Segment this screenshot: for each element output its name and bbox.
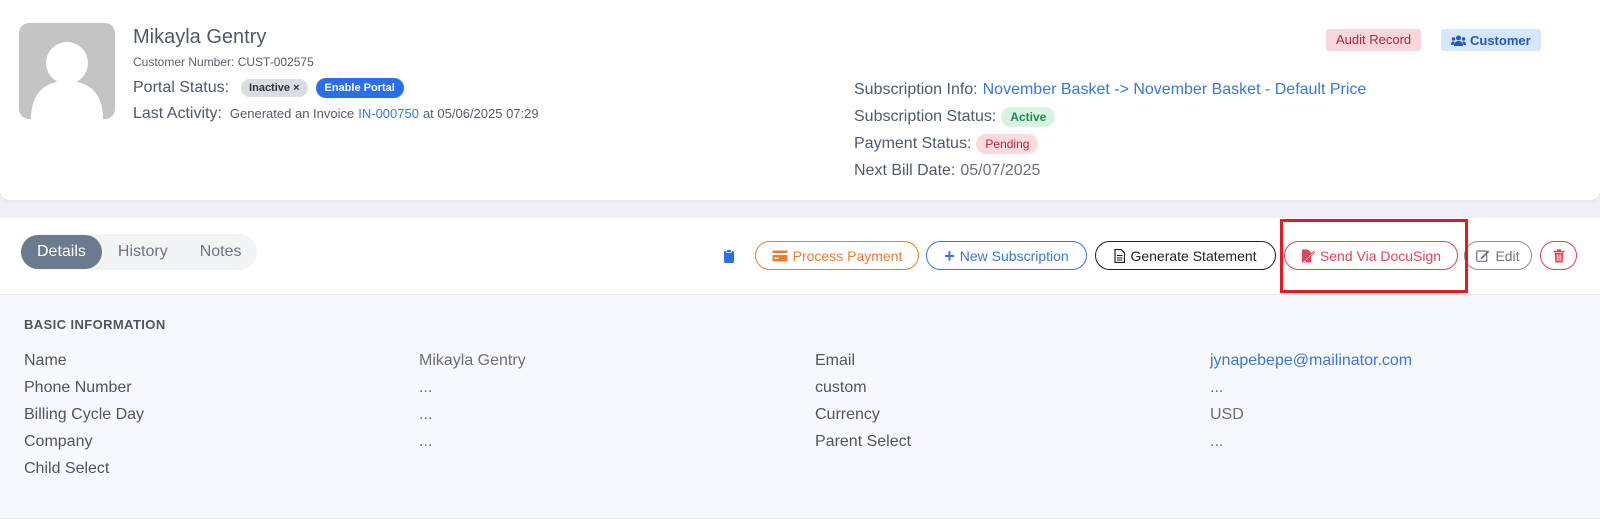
subscription-status-row: Subscription Status: Active: [854, 103, 1366, 130]
last-activity-label: Last Activity:: [133, 105, 222, 122]
file-text-icon: [1114, 248, 1126, 263]
billing-cycle-day-value: ...: [419, 406, 433, 423]
payment-status-row: Payment Status: Pending: [854, 130, 1366, 157]
customer-header-card: Mikayla Gentry Customer Number: CUST-002…: [0, 0, 1600, 200]
next-bill-date-label: Next Bill Date:: [854, 162, 956, 179]
child-select-label: Child Select: [24, 460, 110, 477]
company-label: Company: [24, 433, 93, 450]
customer-tag[interactable]: Customer: [1441, 29, 1541, 51]
basic-information-section: BASIC INFORMATION Name Mikayla Gentry Ph…: [0, 295, 1600, 519]
parent-select-value: ...: [1210, 433, 1224, 450]
new-subscription-button[interactable]: + New Subscription: [926, 241, 1087, 270]
payment-status-badge: Pending: [976, 133, 1039, 154]
last-activity-time: at 05/06/2025 07:29: [422, 106, 539, 121]
email-label: Email: [815, 352, 856, 369]
process-payment-button[interactable]: Process Payment: [755, 241, 919, 270]
tab-details[interactable]: Details: [21, 235, 102, 269]
name-label: Name: [24, 352, 67, 369]
customer-number: Customer Number: CUST-002575: [133, 55, 314, 69]
portal-status-label: Portal Status:: [133, 79, 230, 96]
last-activity-row: Last Activity: Generated an Invoice IN-0…: [133, 105, 539, 123]
generate-statement-button[interactable]: Generate Statement: [1095, 241, 1276, 270]
edit-icon: [1476, 250, 1490, 262]
subscription-summary: Subscription Info: November Basket -> No…: [854, 76, 1366, 184]
parent-select-label: Parent Select: [815, 433, 912, 450]
process-payment-label: Process Payment: [792, 247, 903, 264]
credit-card-icon: [772, 250, 788, 261]
phone-number-label: Phone Number: [24, 379, 132, 396]
last-activity-text: Generated an Invoice: [229, 106, 355, 121]
next-bill-date-row: Next Bill Date: 05/07/2025: [854, 157, 1366, 184]
avatar: [19, 23, 115, 119]
send-via-docusign-label: Send Via DocuSign: [1319, 247, 1442, 264]
delete-button[interactable]: [1540, 241, 1577, 270]
subscription-info-link[interactable]: November Basket -> November Basket - Def…: [983, 76, 1367, 103]
tab-history[interactable]: History: [102, 235, 184, 269]
clipboard-icon[interactable]: [723, 249, 735, 263]
next-bill-date-value: 05/07/2025: [960, 162, 1041, 179]
customer-name: Mikayla Gentry: [133, 26, 267, 48]
customer-tag-label: Customer: [1470, 32, 1531, 48]
payment-status-label: Payment Status:: [854, 135, 972, 152]
subscription-info-label: Subscription Info:: [854, 81, 978, 98]
send-via-docusign-button[interactable]: Send Via DocuSign: [1284, 241, 1458, 270]
portal-status-badge[interactable]: Inactive ×: [241, 79, 308, 97]
subscription-info-row: Subscription Info: November Basket -> No…: [854, 76, 1366, 103]
generate-statement-label: Generate Statement: [1130, 247, 1257, 264]
edit-button[interactable]: Edit: [1464, 241, 1532, 270]
name-value: Mikayla Gentry: [419, 352, 526, 369]
invoice-link[interactable]: IN-000750: [358, 106, 419, 121]
company-value: ...: [419, 433, 433, 450]
billing-cycle-day-label: Billing Cycle Day: [24, 406, 145, 423]
portal-status-row: Portal Status: Inactive × Enable Portal: [133, 78, 404, 98]
users-icon: [1451, 35, 1466, 46]
custom-value: ...: [1210, 379, 1224, 396]
edit-label: Edit: [1495, 247, 1520, 264]
email-link[interactable]: jynapebepe@mailinator.com: [1210, 352, 1412, 370]
subscription-status-label: Subscription Status:: [854, 108, 997, 125]
section-title: BASIC INFORMATION: [24, 317, 166, 332]
trash-icon: [1553, 248, 1564, 262]
new-subscription-label: New Subscription: [959, 247, 1069, 264]
file-signature-icon: [1301, 249, 1315, 262]
currency-label: Currency: [815, 406, 880, 423]
audit-record-tag[interactable]: Audit Record: [1326, 29, 1422, 51]
plus-icon: +: [944, 245, 955, 266]
action-toolbar: Details History Notes Process Payment + …: [0, 218, 1600, 295]
enable-portal-button[interactable]: Enable Portal: [315, 78, 404, 98]
currency-value: USD: [1210, 406, 1244, 423]
tab-notes[interactable]: Notes: [184, 235, 258, 269]
tab-bar: Details History Notes: [21, 234, 258, 270]
user-silhouette-icon: [31, 42, 103, 119]
custom-label: custom: [815, 379, 867, 396]
phone-number-value: ...: [419, 379, 433, 396]
subscription-status-badge: Active: [1001, 106, 1056, 127]
